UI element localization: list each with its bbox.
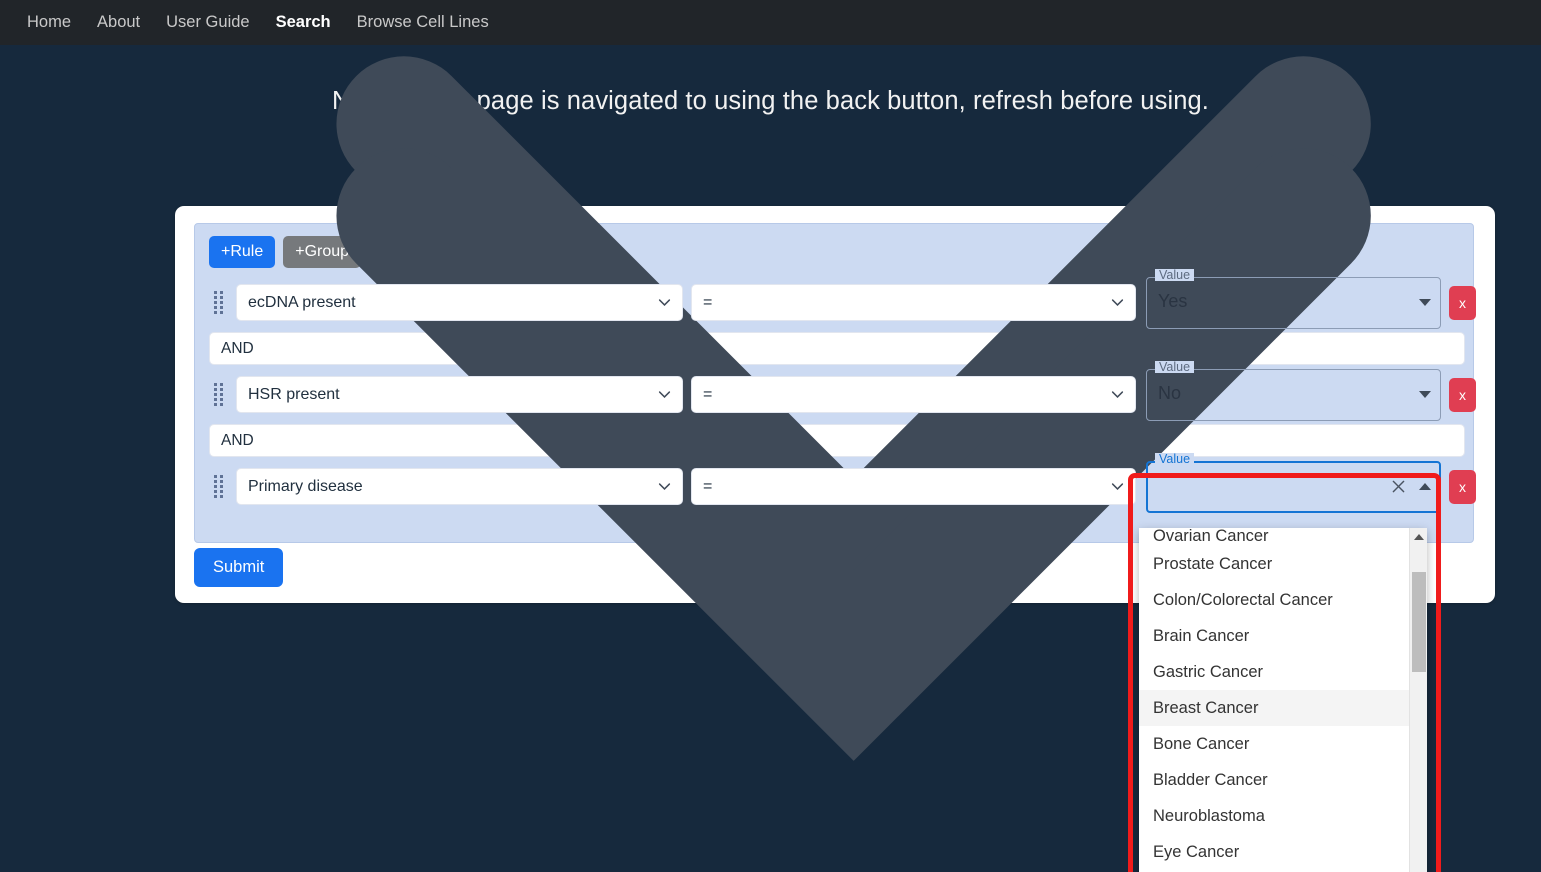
dropdown-option[interactable]: Bone Cancer [1139, 726, 1409, 762]
rule-operator-select[interactable]: = [691, 376, 1136, 414]
dropdown-option[interactable]: Ovarian Cancer [1139, 528, 1409, 546]
scrollbar-thumb[interactable] [1412, 572, 1426, 672]
nav-item-home[interactable]: Home [14, 6, 84, 39]
combiner-select[interactable]: AND [209, 148, 1465, 762]
dropdown-scrollbar[interactable] [1409, 528, 1427, 872]
dropdown-option[interactable]: Eye Cancer [1139, 834, 1409, 870]
chevron-down-icon [1111, 299, 1124, 307]
rule-row: HSR present = Value No x [209, 361, 1476, 421]
dropdown-option[interactable]: Colon/Colorectal Cancer [1139, 582, 1409, 618]
delete-rule-button[interactable]: x [1449, 469, 1476, 504]
nav-item-about[interactable]: About [84, 6, 153, 39]
dropdown-arrow-icon[interactable] [1419, 299, 1431, 307]
dropdown-option-list: Ovarian Cancer Prostate Cancer Colon/Col… [1139, 528, 1409, 872]
drag-handle-icon[interactable] [209, 382, 227, 408]
rule-field-select[interactable]: HSR present [236, 376, 683, 414]
rule-operator-select[interactable]: = [691, 468, 1136, 506]
query-builder-panel: +Rule +Group ecDNA present = Value Yes x… [194, 56, 1476, 762]
drag-handle-icon[interactable] [209, 290, 227, 316]
page-body: Note - if this page is navigated to usin… [0, 45, 1541, 872]
rule-row: ecDNA present = Value Yes x [209, 269, 1476, 329]
chevron-down-icon [1111, 483, 1124, 491]
value-adornments [1419, 369, 1431, 421]
submit-button[interactable]: Submit [194, 548, 284, 587]
rule-value-field[interactable]: Value Yes [1146, 269, 1441, 329]
value-legend-label: Value [1155, 453, 1195, 466]
value-adornments [1419, 277, 1431, 329]
collapse-arrow-icon[interactable] [1419, 483, 1431, 491]
combiner-value: AND [221, 431, 254, 449]
drag-handle-icon[interactable] [209, 474, 227, 500]
dropdown-option[interactable]: Breast Cancer [1139, 690, 1409, 726]
rule-row: Primary disease = Value x [209, 453, 1476, 513]
rule-field-value: Primary disease [248, 477, 363, 495]
rule-field-value: ecDNA present [248, 293, 356, 311]
rule-operator-value: = [703, 477, 713, 495]
value-legend-label: Value [1155, 361, 1195, 374]
rule-value-field-active[interactable]: Value [1146, 453, 1441, 513]
dropdown-option[interactable]: Gastric Cancer [1139, 654, 1409, 690]
value-adornments [1390, 461, 1431, 513]
rule-operator-value: = [703, 385, 713, 403]
value-text: Yes [1158, 290, 1188, 311]
chevron-down-icon [658, 483, 671, 491]
delete-rule-button[interactable]: x [1449, 377, 1476, 412]
nav-item-user-guide[interactable]: User Guide [153, 6, 262, 39]
combiner-value: AND [221, 339, 254, 357]
value-options-dropdown[interactable]: Ovarian Cancer Prostate Cancer Colon/Col… [1139, 528, 1427, 872]
value-text: No [1158, 382, 1182, 403]
value-fieldset [1146, 368, 1441, 421]
chevron-down-icon [658, 299, 671, 307]
rule-field-value: HSR present [248, 385, 340, 403]
rule-field-select[interactable]: ecDNA present [236, 284, 683, 322]
rule-value-field[interactable]: Value No [1146, 361, 1441, 421]
delete-rule-button[interactable]: x [1449, 285, 1476, 320]
rule-operator-select[interactable]: = [691, 284, 1136, 322]
combiner-row: AND [209, 148, 1465, 762]
chevron-down-icon [658, 391, 671, 399]
value-fieldset [1146, 276, 1441, 329]
value-legend-label: Value [1155, 269, 1195, 282]
clear-icon[interactable] [1390, 478, 1407, 495]
rule-operator-value: = [703, 293, 713, 311]
dropdown-option[interactable]: Prostate Cancer [1139, 546, 1409, 582]
scroll-up-icon[interactable] [1410, 528, 1427, 546]
dropdown-option[interactable]: Brain Cancer [1139, 618, 1409, 654]
dropdown-arrow-icon[interactable] [1419, 391, 1431, 399]
rule-field-select[interactable]: Primary disease [236, 468, 683, 506]
chevron-down-icon [1111, 391, 1124, 399]
dropdown-option[interactable]: Bladder Cancer [1139, 762, 1409, 798]
dropdown-option[interactable]: Neuroblastoma [1139, 798, 1409, 834]
